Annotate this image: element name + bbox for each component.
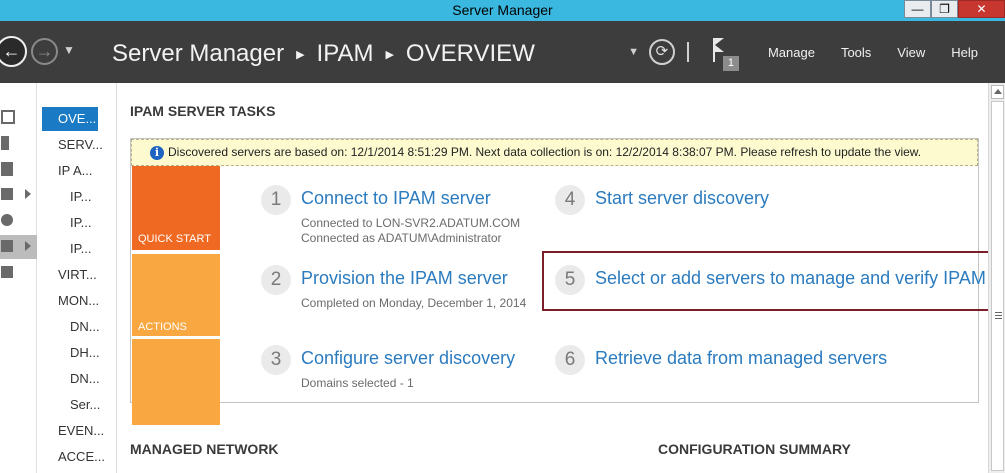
step-number: 2: [261, 265, 291, 295]
tree-item-ip-address-blocks[interactable]: IP...: [70, 185, 91, 209]
dashboard-icon: [1, 110, 15, 124]
chevron-down-icon[interactable]: ▼: [628, 46, 639, 58]
nav-dashboard[interactable]: [0, 105, 37, 129]
breadcrumb: Server Manager ▶ IPAM ▶ OVERVIEW: [112, 40, 535, 68]
tree-item-dhcp-scopes[interactable]: DH...: [70, 341, 100, 365]
start-server-discovery-link[interactable]: Start server discovery: [595, 188, 769, 209]
step-number: 1: [261, 185, 291, 215]
tree-item-ip-address-range-groups[interactable]: IP...: [70, 237, 91, 261]
configure-server-discovery-link[interactable]: Configure server discovery: [301, 348, 515, 369]
breadcrumb-server-manager[interactable]: Server Manager: [112, 40, 284, 68]
info-bar-text: Discovered servers are based on: 12/1/20…: [168, 145, 922, 159]
expand-arrow-icon[interactable]: [25, 241, 31, 251]
tree-item-server-groups[interactable]: Ser...: [70, 393, 100, 417]
server-icon: [1, 136, 9, 150]
tree-item-virtualized-ip-address-space[interactable]: VIRT...: [58, 263, 97, 287]
history-dropdown-icon[interactable]: ▼: [63, 43, 75, 57]
section-title-managed-network: MANAGED NETWORK: [130, 441, 279, 457]
breadcrumb-separator-icon: ▶: [385, 48, 394, 61]
scroll-up-button[interactable]: [991, 85, 1004, 99]
back-arrow-icon[interactable]: ←: [0, 36, 27, 67]
breadcrumb-ipam[interactable]: IPAM: [317, 40, 374, 68]
navigation-icon-bar: [0, 83, 37, 473]
servers-icon: [1, 162, 13, 176]
connection-server-text: Connected to LON-SVR2.ADATUM.COM: [301, 216, 521, 230]
provision-status-text: Completed on Monday, December 1, 2014: [301, 296, 527, 310]
notifications-flag-icon[interactable]: 1: [709, 32, 741, 72]
title-bar: Server Manager — ❐ ✕: [0, 0, 1005, 21]
scrollbar-thumb[interactable]: [991, 101, 1004, 471]
nav-iis[interactable]: [0, 209, 37, 233]
actions-label: ACTIONS: [138, 321, 187, 333]
tree-item-overview[interactable]: OVE...: [42, 107, 98, 131]
window-controls: — ❐ ✕: [904, 0, 1005, 18]
info-bar: i Discovered servers are based on: 12/1/…: [131, 139, 978, 166]
domains-selected-text: Domains selected - 1: [301, 376, 414, 390]
nav-file-storage[interactable]: [0, 183, 37, 207]
breadcrumb-overview[interactable]: OVERVIEW: [406, 40, 535, 68]
forward-arrow-icon[interactable]: →: [31, 38, 58, 65]
main-content: IPAM SERVER TASKS i Discovered servers a…: [118, 83, 995, 473]
menu-manage[interactable]: Manage: [755, 45, 828, 60]
connection-user-text: Connected as ADATUM\Administrator: [301, 231, 502, 245]
nav-all-servers[interactable]: [0, 157, 37, 181]
nav-remote-access[interactable]: [0, 261, 37, 285]
menu-view[interactable]: View: [884, 45, 938, 60]
tree-item-event-catalog[interactable]: EVEN...: [58, 419, 104, 443]
storage-icon: [1, 188, 13, 200]
connect-to-ipam-server-link[interactable]: Connect to IPAM server: [301, 188, 491, 209]
tree-item-ip-address-inventory[interactable]: IP...: [70, 211, 91, 235]
toolbar-right: ▼ ⟳ 1 Manage Tools View Help: [628, 21, 1005, 83]
band-divider: [132, 250, 220, 253]
quick-start-label: QUICK START: [138, 233, 211, 245]
quick-start-band: QUICK START: [132, 166, 220, 250]
step-number: 4: [555, 185, 585, 215]
grip-icon: [995, 312, 1002, 319]
remote-access-icon: [1, 266, 13, 278]
ipam-navigation-tree: OVE... SERV... IP A... IP... IP... IP...…: [37, 83, 117, 473]
minimize-button[interactable]: —: [904, 0, 931, 18]
vertical-scrollbar[interactable]: [988, 83, 1005, 473]
step-number: 3: [261, 345, 291, 375]
info-icon: i: [150, 146, 164, 160]
nav-ipam[interactable]: [0, 235, 37, 259]
tree-item-access-control[interactable]: ACCE...: [58, 445, 105, 469]
close-button[interactable]: ✕: [958, 0, 1005, 18]
expand-arrow-icon[interactable]: [25, 189, 31, 199]
notification-count-badge: 1: [722, 56, 739, 71]
band-divider: [132, 336, 220, 339]
tree-item-ip-address-space[interactable]: IP A...: [58, 159, 92, 183]
retrieve-data-link[interactable]: Retrieve data from managed servers: [595, 348, 887, 369]
tree-item-dns-zone-monitoring[interactable]: DN...: [70, 367, 100, 391]
menu-tools[interactable]: Tools: [828, 45, 884, 60]
ipam-icon: [1, 240, 13, 252]
flag-cloth: [714, 38, 724, 52]
actions-band: ACTIONS: [132, 254, 220, 425]
highlight-box: [542, 251, 995, 311]
restore-button[interactable]: ❐: [931, 0, 958, 18]
menu-help[interactable]: Help: [938, 45, 1005, 60]
refresh-icon[interactable]: ⟳: [648, 39, 675, 65]
nav-local-server[interactable]: [0, 131, 37, 155]
provision-ipam-server-link[interactable]: Provision the IPAM server: [301, 268, 508, 289]
toolbar: ← → ▼ Server Manager ▶ IPAM ▶ OVERVIEW ▼…: [0, 21, 1005, 83]
toolbar-divider: [686, 42, 689, 62]
tree-item-dns-dhcp-servers[interactable]: DN...: [70, 315, 100, 339]
section-title-ipam-server-tasks: IPAM SERVER TASKS: [130, 103, 276, 119]
step-number: 6: [555, 345, 585, 375]
breadcrumb-separator-icon: ▶: [296, 48, 305, 61]
window-title: Server Manager: [452, 2, 553, 18]
section-title-configuration-summary: CONFIGURATION SUMMARY: [658, 441, 851, 457]
tree-item-server-inventory[interactable]: SERV...: [58, 133, 103, 157]
gear-icon: [1, 214, 13, 226]
tree-item-monitor-and-manage[interactable]: MON...: [58, 289, 99, 313]
